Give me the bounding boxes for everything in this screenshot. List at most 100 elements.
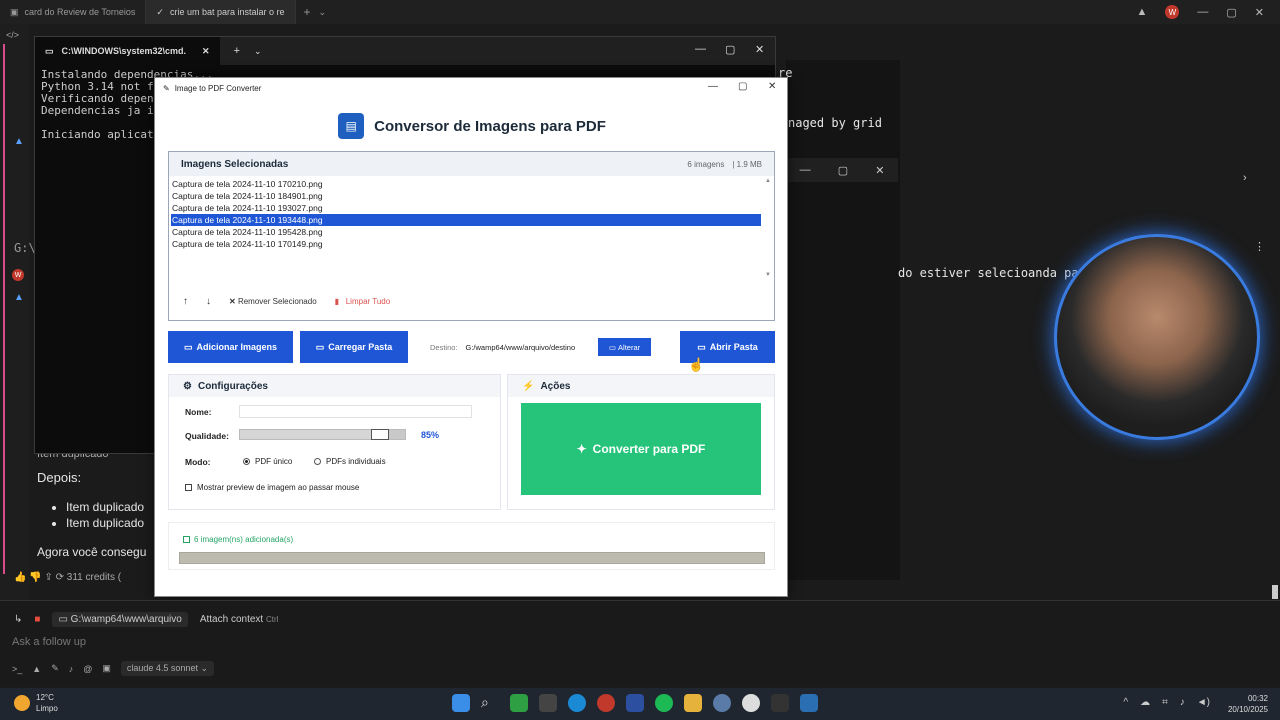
opera-icon[interactable]: [597, 694, 615, 712]
terminal-icon[interactable]: >_: [12, 664, 22, 674]
destination-path: G:/wamp64/www/arquivo/destino: [465, 342, 576, 352]
close-icon[interactable]: ✕: [202, 46, 210, 57]
name-input[interactable]: [239, 405, 472, 418]
app-icon[interactable]: [626, 694, 644, 712]
ide-chat-panel: ↳ ■ ▭ G:\wamp64\www\arquivo Attach conte…: [0, 600, 1280, 686]
cmd-tab[interactable]: ▭ C:\WINDOWS\system32\cmd. ✕: [35, 37, 220, 65]
cmd-titlebar: ▭ C:\WINDOWS\system32\cmd. ✕ + ⌄ — ▢ ✕: [35, 37, 775, 65]
chevron-down-icon[interactable]: ⌄: [254, 46, 262, 57]
attach-context-button[interactable]: Attach context Ctrl: [200, 614, 279, 625]
chevron-up-icon[interactable]: ^: [1123, 697, 1128, 708]
close-icon[interactable]: ✕: [755, 43, 764, 56]
alert-icon[interactable]: ▲: [1136, 6, 1147, 18]
maximize-icon[interactable]: ▢: [725, 43, 735, 56]
actions-title: Ações: [540, 380, 571, 392]
minimize-icon[interactable]: —: [695, 43, 706, 55]
maximize-icon[interactable]: ▢: [838, 164, 848, 177]
more-icon[interactable]: ⋮: [1254, 240, 1265, 253]
folder-icon: ▭: [183, 341, 193, 352]
maximize-icon[interactable]: ▢: [1226, 6, 1236, 19]
close-icon[interactable]: ✕: [875, 164, 884, 177]
app-icon[interactable]: [713, 694, 731, 712]
check-icon: ✓: [156, 6, 164, 17]
new-tab-button[interactable]: +: [296, 5, 319, 19]
edit-icon[interactable]: ✎: [51, 663, 59, 674]
list-item: Item duplicado: [66, 500, 144, 514]
clear-all-button[interactable]: ▮ Limpar Tudo: [335, 297, 391, 306]
panel-toolbar: ↑ ↓ ✕ Remover Selecionado ▮ Limpar Tudo: [183, 296, 390, 307]
terminal-icon: ▭: [45, 45, 54, 56]
mode-multi-radio[interactable]: PDFs individuais: [314, 457, 386, 466]
python-icon[interactable]: [800, 694, 818, 712]
new-tab-button[interactable]: +: [234, 45, 240, 57]
app-titlebar: ✎ Image to PDF Converter — ▢ ✕: [155, 78, 787, 98]
image-icon[interactable]: ▣: [102, 663, 111, 674]
return-icon[interactable]: ↳: [14, 614, 22, 625]
radio-dot-icon: [243, 458, 250, 465]
settings-section: ⚙ Configurações Nome: Qualidade: 85% Mod…: [168, 374, 501, 510]
file-list[interactable]: Captura de tela 2024-11-10 170210.png Cap…: [171, 178, 761, 250]
path-chip[interactable]: ▭ G:\wamp64\www\arquivo: [52, 612, 188, 627]
close-icon[interactable]: ✕: [1255, 6, 1264, 19]
network-icon[interactable]: ⌗: [1162, 697, 1168, 708]
app-icon[interactable]: [539, 694, 557, 712]
minimize-icon[interactable]: —: [1197, 6, 1208, 18]
chevron-right-icon[interactable]: ›: [1243, 172, 1247, 184]
file-list-item[interactable]: Captura de tela 2024-11-10 195428.png: [171, 226, 761, 238]
move-down-icon[interactable]: ↓: [206, 296, 211, 307]
code-icon[interactable]: </>: [6, 30, 19, 40]
quality-slider-thumb[interactable]: [371, 429, 390, 440]
edge-icon[interactable]: [568, 694, 586, 712]
mode-single-radio[interactable]: PDF único: [243, 457, 292, 466]
volume-icon[interactable]: ◄): [1197, 697, 1210, 708]
preview-checkbox[interactable]: Mostrar preview de imagem ao passar mous…: [185, 483, 359, 492]
follow-up-input[interactable]: Ask a follow up: [12, 636, 86, 648]
scroll-up-icon[interactable]: ▲: [765, 178, 771, 184]
agent-icon[interactable]: ▲: [14, 136, 24, 147]
file-list-item[interactable]: Captura de tela 2024-11-10 193448.png: [171, 214, 761, 226]
spotify-icon[interactable]: [655, 694, 673, 712]
minimize-icon[interactable]: —: [800, 164, 811, 176]
stop-icon[interactable]: ■: [34, 614, 40, 625]
add-images-button[interactable]: ▭ Adicionar Imagens: [168, 331, 293, 363]
quality-slider[interactable]: [239, 429, 406, 440]
terminal-background: [786, 60, 900, 580]
scrollbar-thumb[interactable]: [1272, 585, 1278, 599]
model-select[interactable]: claude 4.5 sonnet ⌄: [120, 661, 214, 676]
convert-to-pdf-button[interactable]: ✦ Converter para PDF: [521, 403, 761, 495]
file-list-item[interactable]: Captura de tela 2024-11-10 170149.png: [171, 238, 761, 250]
browser-tab-review[interactable]: ▣ card do Review de Torneios: [0, 0, 147, 24]
sparkle-icon: ✦: [576, 442, 587, 456]
weather-widget[interactable]: 12°C Limpo: [14, 692, 58, 714]
agent-icon[interactable]: ▲: [14, 292, 24, 303]
file-list-item[interactable]: Captura de tela 2024-11-10 193027.png: [171, 202, 761, 214]
minimize-icon[interactable]: —: [708, 81, 718, 92]
browser-tab-bat[interactable]: ✓ crie um bat para instalar o re: [146, 0, 296, 24]
start-icon[interactable]: [452, 694, 470, 712]
image-size: | 1.9 MB: [732, 159, 762, 169]
change-destination-button[interactable]: ▭ Alterar: [598, 338, 651, 356]
search-icon[interactable]: ⌕: [481, 694, 499, 712]
mention-icon[interactable]: @: [83, 664, 92, 674]
scroll-down-icon[interactable]: ▼: [765, 272, 771, 278]
system-tray: ^ ☁ ⌗ ♪ ◄): [1123, 697, 1210, 708]
file-list-item[interactable]: Captura de tela 2024-11-10 170210.png: [171, 178, 761, 190]
profile-avatar[interactable]: W: [1165, 5, 1180, 19]
clock[interactable]: 00:32 20/10/2025: [1228, 693, 1268, 715]
move-up-icon[interactable]: ↑: [183, 296, 188, 307]
feedback-icons[interactable]: 👍 👎 ⇪ ⟳: [14, 572, 67, 583]
cloud-icon[interactable]: ☁: [1140, 697, 1150, 708]
xbox-icon[interactable]: [510, 694, 528, 712]
mic-icon[interactable]: ♪: [69, 664, 74, 674]
agent-icon[interactable]: ▲: [32, 664, 41, 674]
remove-selected-button[interactable]: ✕ Remover Selecionado: [229, 297, 317, 306]
close-icon[interactable]: ✕: [768, 81, 776, 92]
load-folder-button[interactable]: ▭ Carregar Pasta: [300, 331, 408, 363]
maximize-icon[interactable]: ▢: [738, 81, 747, 92]
terminal-icon[interactable]: [771, 694, 789, 712]
explorer-icon[interactable]: [684, 694, 702, 712]
file-list-item[interactable]: Captura de tela 2024-11-10 184901.png: [171, 190, 761, 202]
tab-menu-button[interactable]: ⌄: [319, 7, 327, 18]
mic-icon[interactable]: ♪: [1180, 697, 1185, 708]
chat-icon[interactable]: [742, 694, 760, 712]
